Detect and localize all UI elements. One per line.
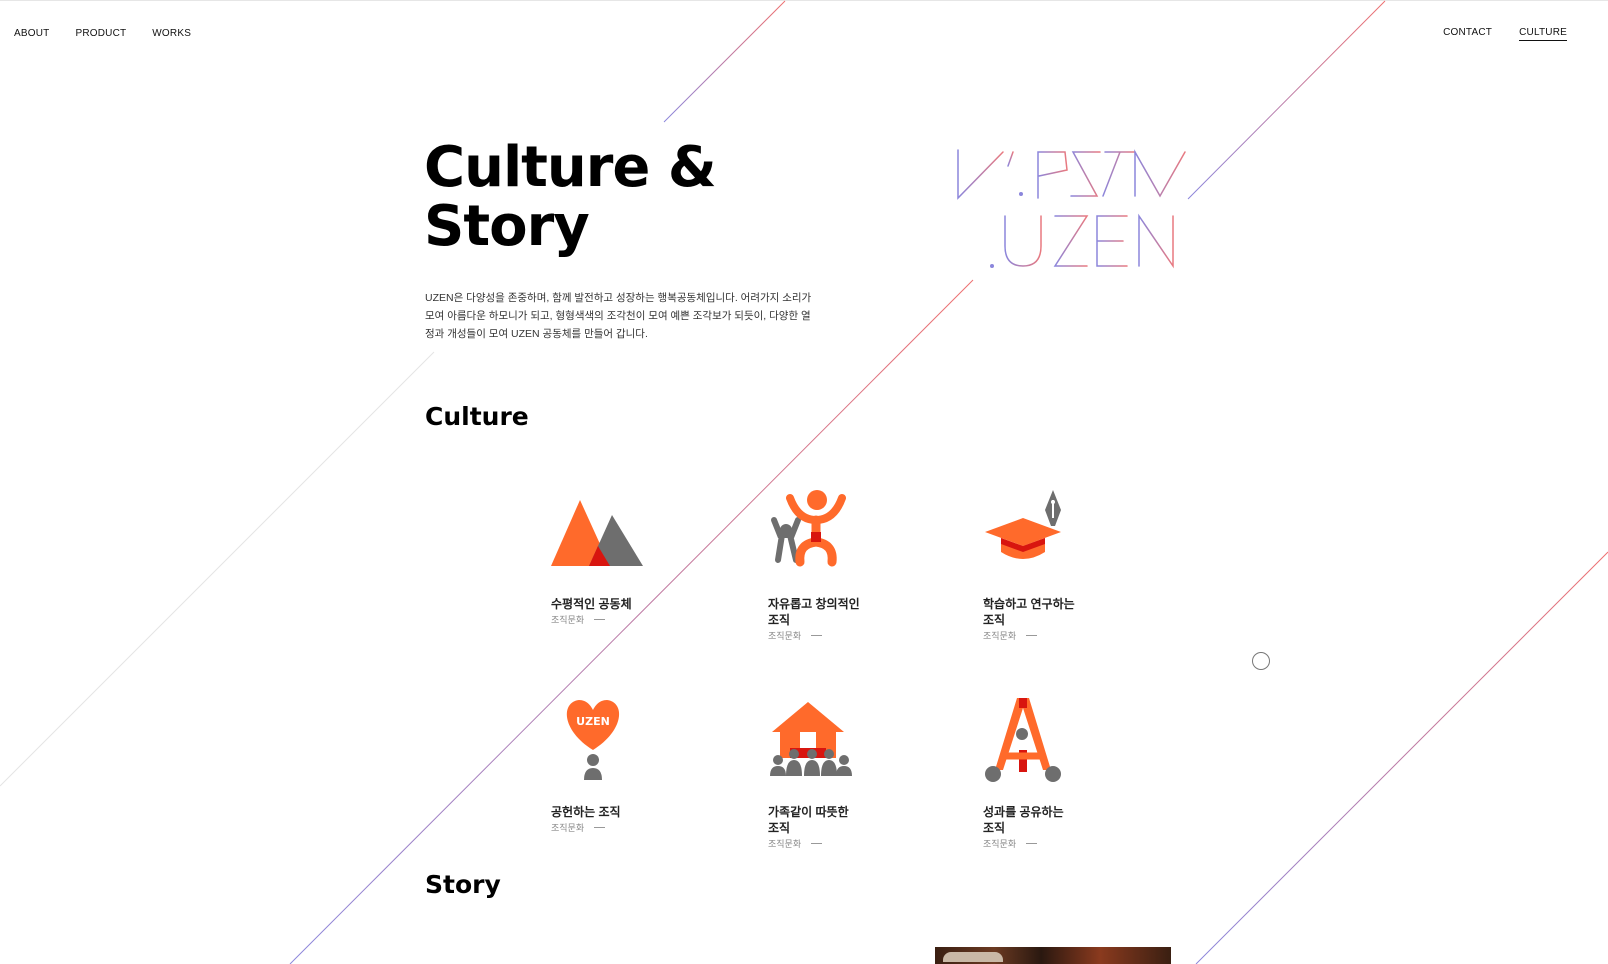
culture-card-name: 공헌하는 조직 (551, 805, 621, 819)
dash-icon (811, 635, 823, 636)
culture-card[interactable]: 성과를 공유하는 조직 조직문화 (983, 698, 1123, 850)
page-title: Culture & Story (424, 135, 717, 259)
culture-card-name: 자유롭고 창의적인 조직 (768, 597, 860, 627)
dash-icon (594, 619, 606, 620)
deco-line (0, 351, 435, 787)
culture-card[interactable]: UZEN 공헌하는 조직 조직문화 (551, 698, 691, 834)
nav-product[interactable]: PRODUCT (75, 28, 126, 39)
uzen-line-logo (955, 148, 1205, 276)
culture-card-name: 성과를 공유하는 조직 (983, 805, 1064, 835)
main-nav: ABOUT PRODUCT WORKS (14, 28, 191, 39)
culture-card-category: 조직문화 (768, 629, 908, 642)
culture-card-category: 조직문화 (983, 837, 1123, 850)
graduation-cap-pen-icon (985, 490, 1061, 559)
people-jumping-icon (771, 490, 846, 567)
culture-card[interactable]: 자유롭고 창의적인 조직 조직문화 (768, 490, 908, 642)
heart-uzen-icon: UZEN (566, 700, 620, 780)
culture-card[interactable]: 가족같이 따뜻한 조직 조직문화 (768, 698, 908, 850)
deco-line (663, 0, 786, 123)
hero-description: UZEN은 다양성을 존중하며, 함께 발전하고 성장하는 행복공동체입니다. … (425, 292, 812, 340)
secondary-nav: CONTACT CULTURE (1443, 27, 1567, 41)
category-label: 조직문화 (551, 615, 585, 625)
culture-card-name: 수평적인 공동체 (551, 597, 632, 611)
culture-card-category: 조직문화 (768, 837, 908, 850)
culture-card-name: 가족같이 따뜻한 조직 (768, 805, 849, 835)
culture-card[interactable]: 수평적인 공동체 조직문화 (551, 490, 691, 626)
deco-line (1187, 0, 1386, 200)
category-label: 조직문화 (768, 631, 802, 641)
logo-dot (1019, 192, 1023, 196)
culture-card-category: 조직문화 (551, 613, 691, 626)
culture-section-title: Culture (425, 402, 529, 431)
dash-icon (1026, 843, 1038, 844)
logo-dot (990, 264, 994, 268)
title-line-2: Story (424, 194, 590, 259)
house-family-icon (770, 702, 852, 776)
category-label: 조직문화 (768, 839, 802, 849)
share-a-icon (985, 698, 1061, 782)
culture-card-category: 조직문화 (983, 629, 1123, 642)
dash-icon (1026, 635, 1038, 636)
culture-card-name: 학습하고 연구하는 조직 (983, 597, 1075, 627)
nav-culture[interactable]: CULTURE (1519, 27, 1567, 41)
category-label: 조직문화 (551, 823, 585, 833)
cup-highlight (943, 952, 1003, 962)
title-line-1: Culture & (424, 135, 717, 200)
category-label: 조직문화 (983, 631, 1017, 641)
story-section-title: Story (425, 870, 501, 899)
nav-contact[interactable]: CONTACT (1443, 27, 1492, 41)
nav-about[interactable]: ABOUT (14, 28, 49, 39)
top-border (0, 0, 1608, 1)
heart-label: UZEN (576, 715, 610, 728)
triangles-icon (551, 500, 643, 566)
category-label: 조직문화 (983, 839, 1017, 849)
story-image[interactable] (935, 947, 1171, 964)
uzen-logo-graphic (957, 149, 1186, 269)
deco-line (1195, 551, 1608, 964)
culture-card-category: 조직문화 (551, 821, 691, 834)
dash-icon (811, 843, 823, 844)
dash-icon (594, 827, 606, 828)
culture-card[interactable]: 학습하고 연구하는 조직 조직문화 (983, 490, 1123, 642)
nav-works[interactable]: WORKS (152, 28, 191, 39)
cursor-circle-icon (1252, 652, 1270, 670)
